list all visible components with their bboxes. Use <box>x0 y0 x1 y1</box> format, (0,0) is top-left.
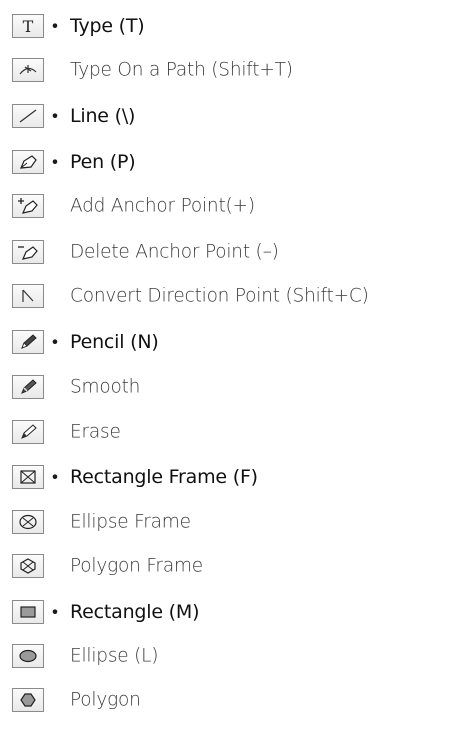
type-on-path-icon <box>12 58 44 82</box>
tool-label: Line (\) <box>70 105 136 127</box>
default-tool-bullet: • <box>50 106 60 126</box>
tool-item-erase[interactable]: Erase <box>0 412 454 452</box>
tool-item-ellipse-frame[interactable]: Ellipse Frame <box>0 502 454 542</box>
tool-label: Ellipse Frame <box>70 511 191 533</box>
tool-label: Rectangle Frame (F) <box>70 466 258 488</box>
tool-item-delete-anchor-point[interactable]: Delete Anchor Point (–) <box>0 232 454 272</box>
tool-label: Rectangle (M) <box>70 601 200 623</box>
line-icon <box>12 104 44 128</box>
convert-direction-point-icon <box>12 284 44 308</box>
polygon-icon <box>12 688 44 712</box>
default-tool-bullet: • <box>50 332 60 352</box>
default-tool-bullet: • <box>50 602 60 622</box>
tool-label: Smooth <box>70 376 141 398</box>
rectangle-icon <box>12 600 44 624</box>
tool-label: Polygon Frame <box>70 555 203 577</box>
tool-item-type[interactable]: T • Type (T) <box>0 6 454 46</box>
rectangle-frame-icon <box>12 465 44 489</box>
tool-label: Convert Direction Point (Shift+C) <box>70 285 369 307</box>
tool-item-smooth[interactable]: Smooth <box>0 367 454 407</box>
default-tool-bullet: • <box>50 152 60 172</box>
tool-item-ellipse[interactable]: Ellipse (L) <box>0 636 454 676</box>
tool-label: Ellipse (L) <box>70 645 159 667</box>
tool-item-rectangle-frame[interactable]: • Rectangle Frame (F) <box>0 457 454 497</box>
tool-item-type-on-path[interactable]: Type On a Path (Shift+T) <box>0 50 454 90</box>
tool-label: Delete Anchor Point (–) <box>70 241 279 263</box>
tool-item-rectangle[interactable]: • Rectangle (M) <box>0 592 454 632</box>
tool-label: Pencil (N) <box>70 331 159 353</box>
tool-item-pen[interactable]: • Pen (P) <box>0 142 454 182</box>
default-tool-bullet: • <box>50 16 60 36</box>
delete-anchor-point-icon <box>12 240 44 264</box>
tool-item-convert-direction-point[interactable]: Convert Direction Point (Shift+C) <box>0 276 454 316</box>
tool-item-pencil[interactable]: • Pencil (N) <box>0 322 454 362</box>
tool-label: Type (T) <box>70 15 145 37</box>
tool-item-line[interactable]: • Line (\) <box>0 96 454 136</box>
type-icon: T <box>12 14 44 38</box>
pen-icon <box>12 150 44 174</box>
tool-item-add-anchor-point[interactable]: Add Anchor Point(+) <box>0 186 454 226</box>
tool-label: Polygon <box>70 689 141 711</box>
erase-icon <box>12 420 44 444</box>
ellipse-frame-icon <box>12 510 44 534</box>
tool-label: Pen (P) <box>70 151 136 173</box>
smooth-icon <box>12 375 44 399</box>
tool-label: Erase <box>70 421 121 443</box>
tool-item-polygon-frame[interactable]: Polygon Frame <box>0 546 454 586</box>
tool-label: Type On a Path (Shift+T) <box>70 59 293 81</box>
tool-label: Add Anchor Point(+) <box>70 195 255 217</box>
add-anchor-point-icon <box>12 194 44 218</box>
polygon-frame-icon <box>12 554 44 578</box>
ellipse-icon <box>12 644 44 668</box>
svg-text:T: T <box>23 17 34 36</box>
tool-item-polygon[interactable]: Polygon <box>0 680 454 720</box>
pencil-icon <box>12 330 44 354</box>
default-tool-bullet: • <box>50 467 60 487</box>
